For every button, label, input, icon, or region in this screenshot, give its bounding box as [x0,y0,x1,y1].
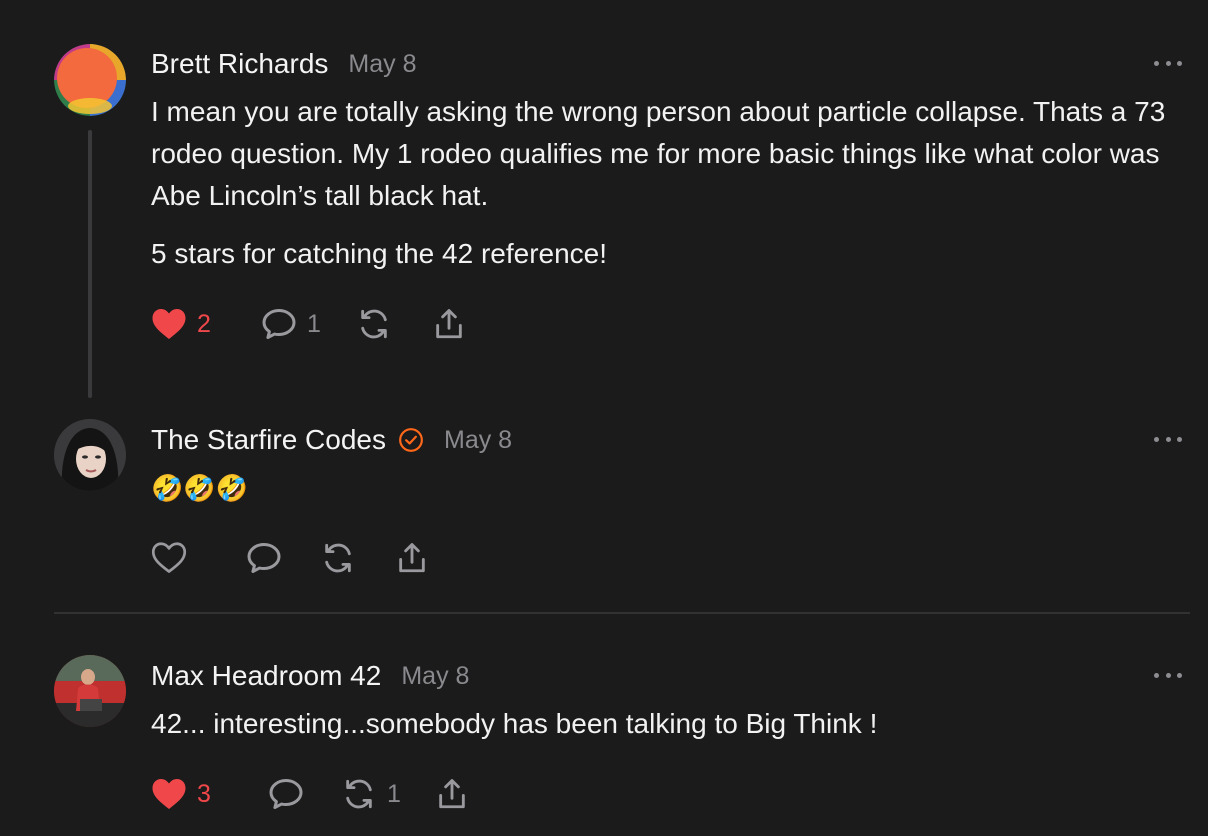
more-options-button[interactable] [1154,432,1182,446]
more-icon [1154,60,1159,66]
like-count: 2 [197,309,211,338]
author-name[interactable]: The Starfire Codes [151,424,386,456]
share-button[interactable] [434,776,470,812]
avatar-the-starfire-codes[interactable] [54,419,126,491]
restack-icon [325,543,351,573]
heart-icon [152,779,186,809]
like-count: 3 [197,779,211,808]
comment-header: The Starfire Codes May 8 [151,420,512,460]
comment-icon [247,543,281,573]
comment-paragraph: 🤣🤣🤣 [151,473,249,503]
comment-body: I mean you are totally asking the wrong … [151,91,1171,275]
comment-divider [54,612,1190,614]
comment-paragraph: I mean you are totally asking the wrong … [151,96,1166,211]
share-icon [399,543,425,573]
share-button[interactable] [431,306,467,342]
comment-date[interactable]: May 8 [348,50,416,79]
heart-icon [151,542,187,573]
restack-button[interactable]: 1 [341,776,401,812]
comment-icon [262,309,296,339]
heart-icon [152,309,186,339]
restack-icon [361,309,387,339]
comment-header: Brett Richards May 8 [151,44,417,84]
reply-button[interactable] [268,776,314,812]
comment-paragraph: 5 stars for catching the 42 reference! [151,238,608,269]
comment-header: Max Headroom 42 May 8 [151,656,469,696]
restack-icon [346,779,372,809]
reply-button[interactable]: 1 [261,306,321,342]
like-button[interactable]: 3 [151,776,211,812]
restack-count: 1 [387,779,401,808]
comment-date[interactable]: May 8 [444,426,512,455]
like-button[interactable] [151,540,187,576]
comment-icon [269,779,303,809]
more-options-button[interactable] [1154,668,1182,682]
reply-count: 1 [307,309,321,338]
like-button[interactable]: 2 [151,306,211,342]
avatar-max-headroom-42[interactable] [54,655,126,727]
comment-date[interactable]: May 8 [401,662,469,691]
author-name[interactable]: Max Headroom 42 [151,660,381,692]
comment-paragraph: 42... interesting...somebody has been ta… [151,708,878,739]
share-icon [436,309,462,339]
more-icon [1154,436,1159,442]
verified-icon [398,427,424,453]
share-icon [439,779,465,809]
more-icon [1154,672,1159,678]
reply-button[interactable] [246,540,282,576]
more-options-button[interactable] [1154,56,1182,70]
restack-button[interactable] [320,540,356,576]
share-button[interactable] [394,540,430,576]
comment-body: 🤣🤣🤣 [151,467,1171,509]
author-name[interactable]: Brett Richards [151,48,328,80]
avatar-brett-richards[interactable] [54,44,126,116]
restack-button[interactable] [356,306,402,342]
comment-body: 42... interesting...somebody has been ta… [151,703,1171,745]
thread-line [88,130,92,398]
